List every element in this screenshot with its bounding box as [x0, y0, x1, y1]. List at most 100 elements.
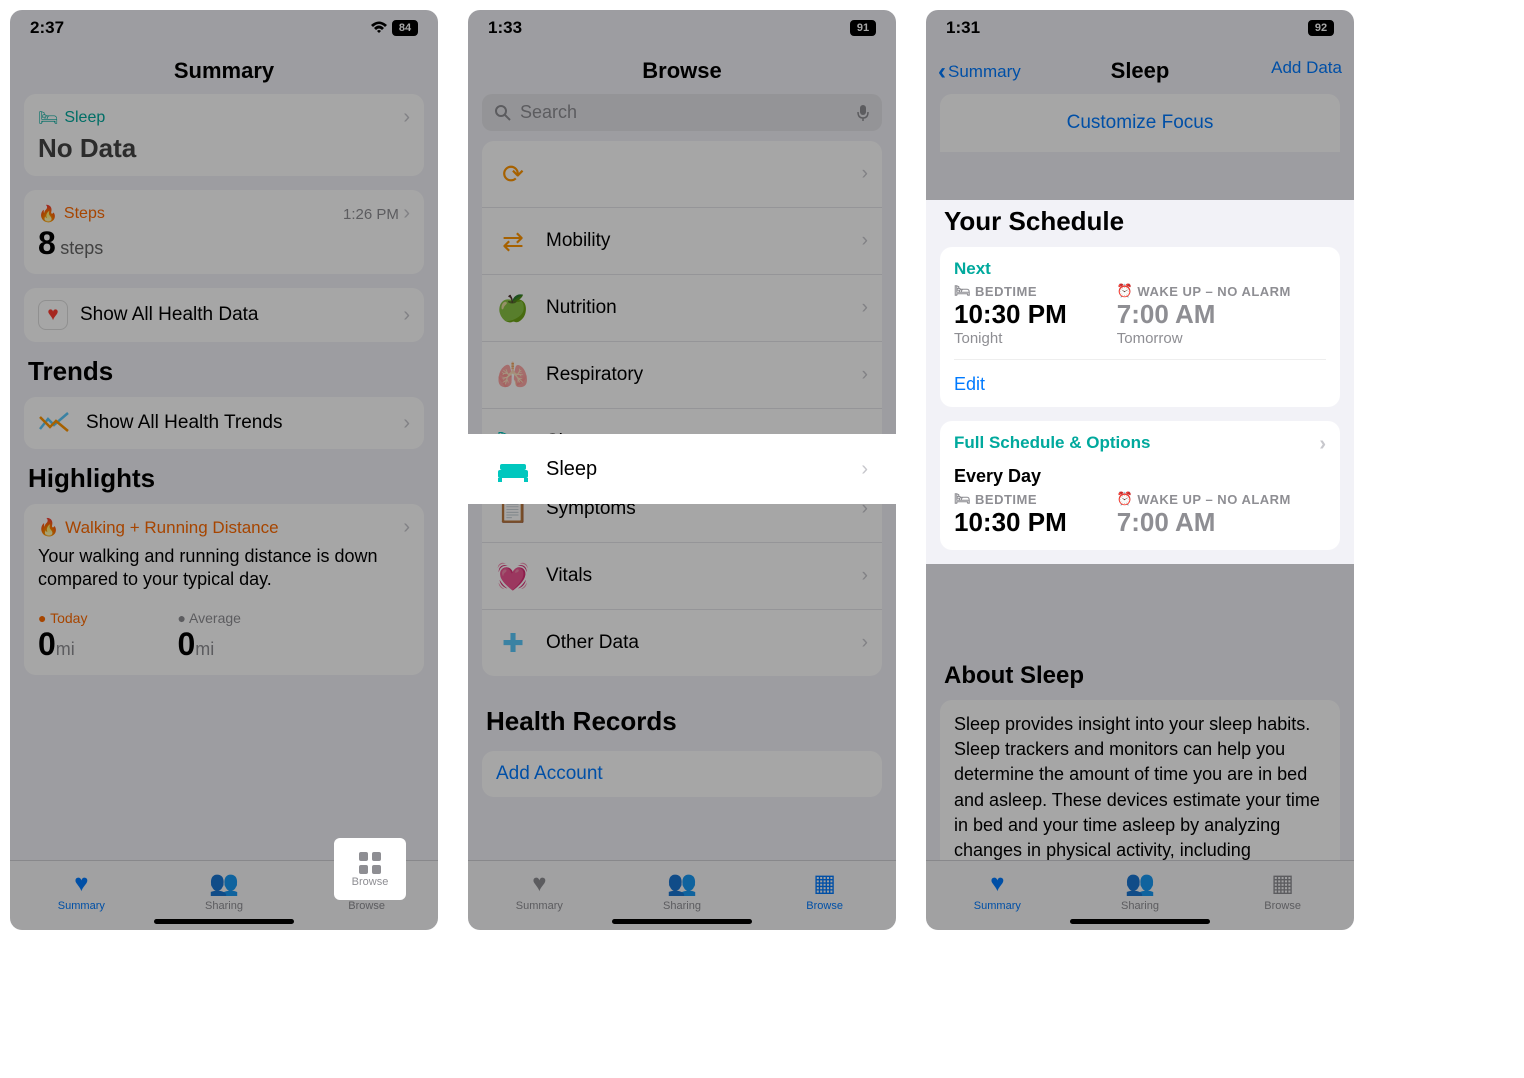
show-all-health-data[interactable]: ♥ Show All Health Data › [24, 288, 424, 342]
chevron-right-icon: › [1319, 433, 1326, 456]
vitals-icon: 💓 [496, 559, 530, 593]
bed-icon: 🛏 [38, 108, 58, 128]
wakeup-value: 7:00 AM [1117, 507, 1291, 538]
heart-icon: ♥ [957, 870, 1037, 898]
sleep-no-data: No Data [38, 133, 410, 164]
full-schedule-card[interactable]: Full Schedule & Options › Every Day 🛏BED… [940, 421, 1340, 550]
other-icon: ✚ [496, 626, 530, 660]
chevron-right-icon: › [862, 565, 868, 587]
highlight-card[interactable]: 🔥 Walking + Running Distance › Your walk… [24, 504, 424, 675]
chevron-right-icon: › [403, 412, 410, 435]
status-right: 84 [370, 20, 418, 36]
alarm-icon: ⏰ [1117, 283, 1134, 299]
category-partial[interactable]: ⟳ x › [482, 141, 882, 208]
chevron-right-icon: › [862, 364, 868, 386]
avg-value: 0 [177, 626, 195, 662]
bedtime-value: 10:30 PM [954, 507, 1067, 538]
add-account[interactable]: Add Account [482, 751, 882, 797]
tab-summary[interactable]: ♥ Summary [499, 870, 579, 912]
show-all-label: Show All Health Data [80, 304, 259, 326]
add-data-button[interactable]: Add Data [1271, 58, 1342, 78]
people-icon: 👥 [1100, 869, 1180, 898]
battery-icon: 84 [392, 20, 418, 36]
tab-browse[interactable]: ▦ Browse [1243, 869, 1323, 912]
customize-focus-button[interactable]: Customize Focus [940, 94, 1340, 152]
home-indicator [1070, 919, 1210, 924]
tab-summary[interactable]: ♥ Summary [41, 870, 121, 912]
chevron-right-icon: › [862, 230, 868, 252]
browse-tab-highlight[interactable]: Browse [334, 838, 406, 900]
browse-label: Browse [352, 876, 389, 888]
flame-icon: 🔥 [38, 518, 59, 538]
nav-header: ‹ Summary Sleep Add Data [926, 40, 1354, 94]
status-bar: 1:33 91 [468, 10, 896, 40]
home-indicator [612, 919, 752, 924]
tab-browse[interactable]: ▦ Browse [785, 869, 865, 912]
edit-button[interactable]: Edit [954, 359, 1326, 395]
trends-row-label: Show All Health Trends [86, 412, 282, 434]
trends-title: Trends [28, 356, 420, 387]
status-time: 1:33 [488, 18, 522, 38]
nutrition-icon: 🍏 [496, 291, 530, 325]
next-label: Next [954, 259, 1326, 279]
category-nutrition[interactable]: 🍏 Nutrition › [482, 275, 882, 342]
about-sleep-text: Sleep provides insight into your sleep h… [954, 712, 1326, 860]
average-label: ● Average [177, 610, 240, 626]
bed-icon: 🛏 [954, 283, 971, 299]
chevron-right-icon: › [403, 106, 410, 129]
heart-icon: ♥ [499, 870, 579, 898]
category-respiratory[interactable]: 🫁 Respiratory › [482, 342, 882, 409]
category-icon: ⟳ [496, 157, 530, 191]
screen-sleep-detail: 1:31 92 ‹ Summary Sleep Add Data Customi… [926, 10, 1354, 930]
category-other[interactable]: ✚ Other Data › [482, 610, 882, 676]
chevron-left-icon: ‹ [938, 58, 946, 86]
your-schedule-title: Your Schedule [944, 206, 1336, 237]
search-input[interactable]: Search [482, 94, 882, 131]
home-indicator [154, 919, 294, 924]
full-schedule-label: Full Schedule & Options [954, 433, 1150, 456]
category-vitals[interactable]: 💓 Vitals › [482, 543, 882, 610]
sleep-label: Sleep [546, 458, 597, 481]
highlight-title: 🔥 Walking + Running Distance [38, 518, 279, 538]
health-records-title: Health Records [486, 706, 878, 737]
grid-icon: ▦ [785, 869, 865, 898]
battery-icon: 91 [850, 20, 876, 36]
sleep-card[interactable]: 🛏 Sleep › No Data [24, 94, 424, 176]
steps-value: 8 steps [38, 225, 410, 262]
mobility-icon: ⇄ [496, 224, 530, 258]
bedtime-day: Tonight [954, 330, 1067, 347]
bed-icon [496, 452, 530, 486]
highlight-text: Your walking and running distance is dow… [38, 545, 410, 592]
sleep-row-highlight[interactable]: Sleep › [468, 434, 896, 504]
page-title: Sleep [1111, 58, 1170, 83]
tab-summary[interactable]: ♥ Summary [957, 870, 1037, 912]
tab-sharing[interactable]: 👥 Sharing [1100, 869, 1180, 912]
wakeup-label: ⏰WAKE UP – NO ALARM [1117, 491, 1291, 507]
tab-sharing[interactable]: 👥 Sharing [184, 869, 264, 912]
back-button[interactable]: ‹ Summary [938, 58, 1021, 86]
status-bar: 2:37 84 [10, 10, 438, 40]
heart-icon: ♥ [38, 300, 68, 330]
tab-sharing[interactable]: 👥 Sharing [642, 869, 722, 912]
screen-summary: 2:37 84 Summary 🛏 Sleep › No Data 🔥 [10, 10, 438, 930]
chevron-right-icon: › [862, 632, 868, 654]
screen-browse: 1:33 91 Browse Search ⟳ x › ⇄ Mobility [468, 10, 896, 930]
steps-label: 🔥 Steps [38, 204, 105, 224]
wifi-icon [370, 21, 388, 35]
about-sleep-title: About Sleep [944, 662, 1336, 690]
mic-icon[interactable] [856, 104, 870, 122]
status-time: 1:31 [946, 18, 980, 38]
status-bar: 1:31 92 [926, 10, 1354, 40]
wakeup-label: ⏰WAKE UP – NO ALARM [1117, 283, 1291, 299]
steps-time-chevron: 1:26 PM › [343, 202, 410, 225]
show-all-trends[interactable]: Show All Health Trends › [24, 397, 424, 449]
grid-icon: ▦ [1243, 869, 1323, 898]
steps-card[interactable]: 🔥 Steps 1:26 PM › 8 steps [24, 190, 424, 274]
schedule-highlight: Your Schedule Next 🛏BEDTIME 10:30 PM Ton… [926, 200, 1354, 564]
next-schedule-card: Next 🛏BEDTIME 10:30 PM Tonight ⏰WAKE UP … [940, 247, 1340, 407]
category-mobility[interactable]: ⇄ Mobility › [482, 208, 882, 275]
heart-icon: ♥ [41, 870, 121, 898]
alarm-icon: ⏰ [1117, 491, 1134, 507]
wakeup-value: 7:00 AM [1117, 299, 1291, 330]
page-title: Browse [468, 40, 896, 94]
